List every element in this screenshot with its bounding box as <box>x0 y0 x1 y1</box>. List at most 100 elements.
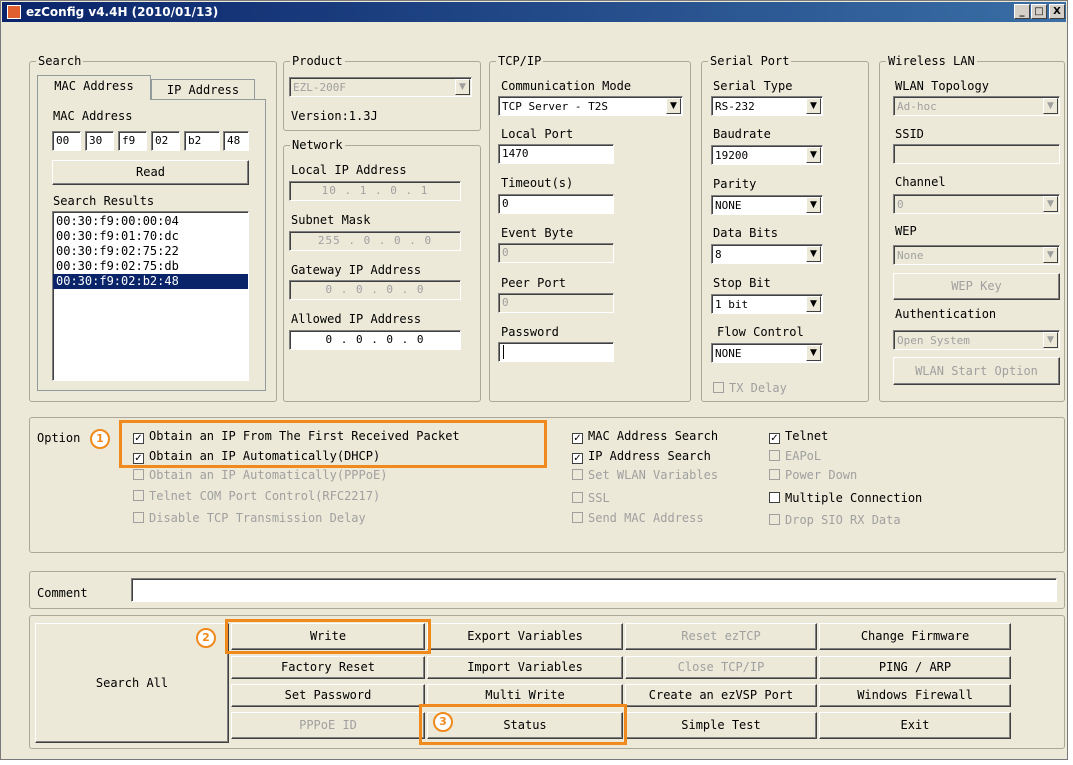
list-item[interactable]: 00:30:f9:01:70:dc <box>53 229 248 244</box>
import-variables-button[interactable]: Import Variables <box>427 656 623 679</box>
factory-reset-button[interactable]: Factory Reset <box>231 656 425 679</box>
timeout-label: Timeout(s) <box>501 176 574 190</box>
search-results-list[interactable]: 00:30:f9:00:00:04 00:30:f9:01:70:dc 00:3… <box>52 211 249 381</box>
checkbox-icon <box>769 514 780 525</box>
set-wlan-label: Set WLAN Variables <box>588 468 719 482</box>
event-byte-label: Event Byte <box>501 226 574 240</box>
multi-conn-label: Multiple Connection <box>785 491 923 505</box>
create-ezvsp-button[interactable]: Create an ezVSP Port <box>625 684 817 707</box>
chevron-down-icon[interactable]: ▼ <box>806 98 821 114</box>
flow-control-value: NONE <box>715 347 742 360</box>
tab-ip-address[interactable]: IP Address <box>151 79 255 100</box>
chevron-down-icon: ▼ <box>1043 247 1058 263</box>
pppoe-id-button: PPPoE ID <box>231 712 425 739</box>
read-button[interactable]: Read <box>52 160 249 185</box>
serial-type-label: Serial Type <box>713 79 793 93</box>
checkmark-icon: ✓ <box>572 453 583 464</box>
tab-mac-address[interactable]: MAC Address <box>37 75 151 100</box>
mac-octet-2[interactable]: 30 <box>85 131 114 151</box>
ssid-label: SSID <box>895 127 924 141</box>
checkbox-icon <box>572 469 583 480</box>
mac-search-checkbox[interactable]: ✓ MAC Address Search <box>572 429 718 444</box>
serial-type-select[interactable]: RS-232 ▼ <box>711 96 823 116</box>
parity-value: NONE <box>715 199 742 212</box>
ping-arp-button[interactable]: PING / ARP <box>819 656 1011 679</box>
timeout-field[interactable]: 0 <box>498 194 614 214</box>
parity-select[interactable]: NONE ▼ <box>711 195 823 215</box>
power-down-checkbox: Power Down <box>769 468 857 482</box>
chevron-down-icon[interactable]: ▼ <box>806 147 821 163</box>
mac-octet-4[interactable]: 02 <box>151 131 180 151</box>
wlan-group-label: Wireless LAN <box>886 54 977 68</box>
data-bits-select[interactable]: 8 ▼ <box>711 244 823 264</box>
ip-search-checkbox[interactable]: ✓ IP Address Search <box>572 449 711 464</box>
pppoe-label: Obtain an IP Automatically(PPPoE) <box>149 468 388 482</box>
authentication-select: Open System ▼ <box>893 330 1060 350</box>
minimize-button[interactable]: _ <box>1014 4 1030 19</box>
password-field[interactable] <box>498 342 614 362</box>
highlight-box-options <box>119 420 547 468</box>
wlan-topology-label: WLAN Topology <box>895 79 989 93</box>
mac-octet-6[interactable]: 48 <box>223 131 249 151</box>
chevron-down-icon[interactable]: ▼ <box>806 197 821 213</box>
tcp-delay-label: Disable TCP Transmission Delay <box>149 511 366 525</box>
multi-conn-checkbox[interactable]: Multiple Connection <box>769 491 922 505</box>
flow-control-select[interactable]: NONE ▼ <box>711 343 823 363</box>
search-group-label: Search <box>36 54 84 68</box>
search-results-label: Search Results <box>53 194 155 208</box>
stop-bit-select[interactable]: 1 bit ▼ <box>711 294 823 314</box>
network-group-label: Network <box>290 138 345 152</box>
checkbox-icon <box>133 512 144 523</box>
mac-octet-3[interactable]: f9 <box>118 131 147 151</box>
mac-octet-5[interactable]: b2 <box>184 131 220 151</box>
maximize-button[interactable]: □ <box>1031 4 1047 19</box>
option-group-label: Option <box>37 431 81 445</box>
baudrate-select[interactable]: 19200 ▼ <box>711 145 823 165</box>
allowed-ip-field[interactable]: 0 . 0 . 0 . 0 <box>289 330 461 350</box>
text-cursor <box>503 345 504 359</box>
chevron-down-icon[interactable]: ▼ <box>806 246 821 262</box>
comment-label: Comment <box>37 586 88 600</box>
channel-label: Channel <box>895 175 946 189</box>
callout-badge-3: 3 <box>433 712 453 732</box>
exit-button[interactable]: Exit <box>819 712 1011 739</box>
comment-field[interactable] <box>131 578 1057 602</box>
local-port-field[interactable]: 1470 <box>498 144 614 164</box>
local-ip-label: Local IP Address <box>291 163 407 177</box>
power-down-label: Power Down <box>785 468 858 482</box>
subnet-mask-field: 255 . 0 . 0 . 0 <box>289 231 461 251</box>
eapol-label: EAPoL <box>785 449 822 463</box>
close-button[interactable]: X <box>1049 4 1065 19</box>
checkmark-icon: ✓ <box>572 433 583 444</box>
list-item[interactable]: 00:30:f9:02:75:22 <box>53 244 248 259</box>
title-bar[interactable]: ezConfig v4.4H (2010/01/13) _ □ X <box>2 2 1066 22</box>
wlan-start-option-button: WLAN Start Option <box>893 357 1060 385</box>
telnet-checkbox[interactable]: ✓ Telnet <box>769 429 828 444</box>
mac-octet-1[interactable]: 00 <box>52 131 81 151</box>
product-select: EZL-200F ▼ <box>289 77 472 97</box>
mac-address-label: MAC Address <box>53 109 133 123</box>
flow-control-label: Flow Control <box>717 325 804 339</box>
tx-delay-label: TX Delay <box>729 381 787 395</box>
simple-test-button[interactable]: Simple Test <box>625 712 817 739</box>
close-tcpip-button: Close TCP/IP <box>625 656 817 679</box>
ssl-label: SSL <box>588 491 610 505</box>
chevron-down-icon[interactable]: ▼ <box>666 98 681 114</box>
send-mac-checkbox: Send MAC Address <box>572 511 704 525</box>
change-firmware-button[interactable]: Change Firmware <box>819 623 1011 650</box>
set-password-button[interactable]: Set Password <box>231 684 425 707</box>
gateway-label: Gateway IP Address <box>291 263 422 277</box>
list-item[interactable]: 00:30:f9:00:00:04 <box>53 214 248 229</box>
parity-label: Parity <box>713 177 757 191</box>
export-variables-button[interactable]: Export Variables <box>427 623 623 650</box>
chevron-down-icon[interactable]: ▼ <box>806 345 821 361</box>
telnet-com-checkbox: Telnet COM Port Control(RFC2217) <box>133 489 380 503</box>
data-bits-value: 8 <box>715 248 722 261</box>
chevron-down-icon: ▼ <box>455 79 470 95</box>
comm-mode-select[interactable]: TCP Server - T2S ▼ <box>498 96 683 116</box>
chevron-down-icon[interactable]: ▼ <box>806 296 821 312</box>
serial-group-label: Serial Port <box>708 54 792 68</box>
windows-firewall-button[interactable]: Windows Firewall <box>819 684 1011 707</box>
list-item-selected[interactable]: 00:30:f9:02:b2:48 <box>53 274 248 289</box>
list-item[interactable]: 00:30:f9:02:75:db <box>53 259 248 274</box>
